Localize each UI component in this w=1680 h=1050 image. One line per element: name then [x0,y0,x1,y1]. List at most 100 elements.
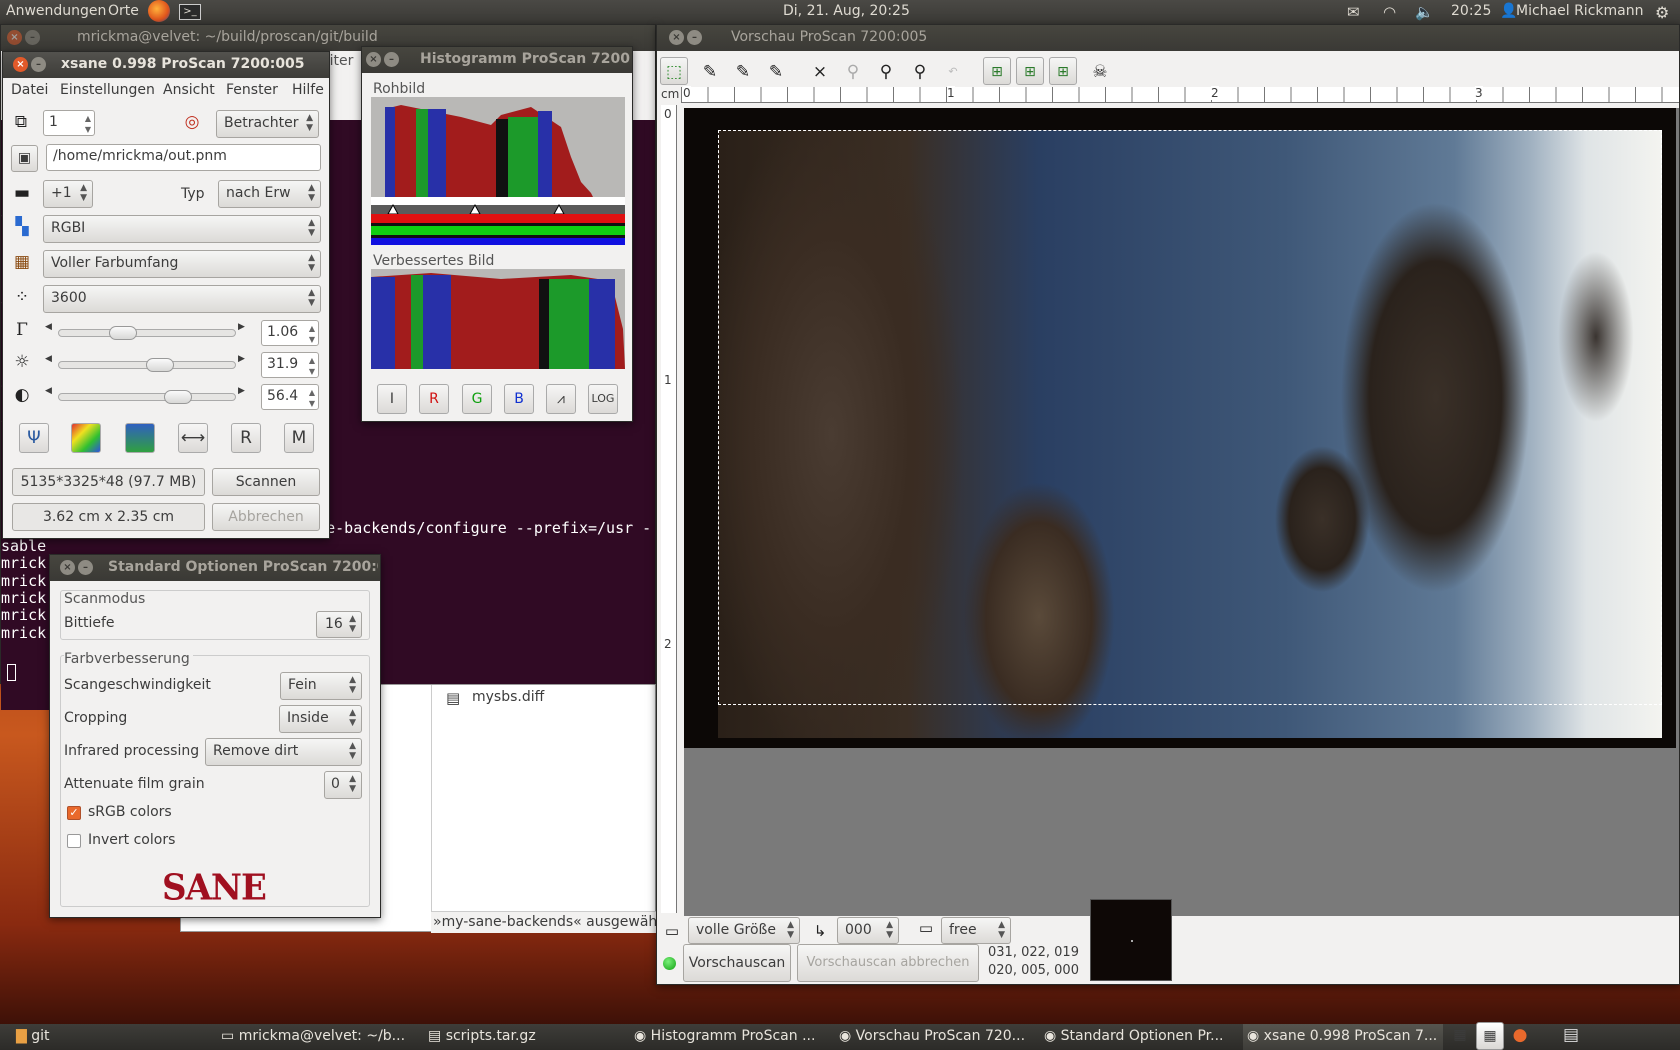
spinner-arrows-icon[interactable]: ▲ ▼ [309,387,315,409]
volume-icon[interactable]: 🔈 [1415,3,1434,21]
trash-icon[interactable]: ▤ [1557,1022,1585,1050]
pipette-black-icon[interactable]: ✎ [763,61,789,83]
wifi-icon[interactable]: ◠ [1383,3,1396,21]
restore-icon[interactable]: ⟷ [178,423,208,453]
intensity-button[interactable]: I [377,384,407,414]
rotation-select[interactable]: 000 ▲ ▼ [837,917,899,944]
close-icon[interactable]: × [7,30,22,45]
datetime[interactable]: Di, 21. Aug, 20:25 [783,3,910,19]
close-icon[interactable]: × [60,560,75,575]
filename-input[interactable]: /home/mrickma/out.pnm [46,144,321,171]
scan-button[interactable]: Scannen [212,468,320,496]
task-xsane[interactable]: ◉ xsane 0.998 ProScan 7... [1243,1024,1443,1050]
close-icon[interactable]: × [13,57,28,72]
gamma-spinner[interactable]: 1.06 ▲ ▼ [261,320,319,346]
gamma-slider[interactable] [58,326,236,340]
gear-icon[interactable]: ⚙ [1655,3,1669,22]
undo-icon[interactable]: ↶ [940,61,966,83]
copies-spinner[interactable]: 1 ▲ ▼ [43,110,95,136]
select-max-icon[interactable]: ⊞ [1049,57,1077,85]
full-area-icon[interactable]: ⊞ [983,57,1011,85]
pipette-white-icon[interactable]: ✎ [697,61,723,83]
pipette-gray-icon[interactable]: ✎ [730,61,756,83]
task-git[interactable]: ▇ git [12,1024,212,1050]
user-name[interactable]: Michael Rickmann [1516,3,1643,19]
options-titlebar[interactable]: × – Standard Optionen ProScan 7200:005 [50,555,380,581]
cancel-button[interactable]: Abbrechen [212,503,320,531]
task-options[interactable]: ◉ Standard Optionen Pr... [1040,1024,1240,1050]
minimize-icon[interactable]: – [384,52,399,67]
contrast-slider[interactable] [58,390,236,404]
gamma-slider-knob[interactable] [109,326,137,340]
color-mode-select[interactable]: RGBI ▲ ▼ [43,215,321,243]
bitdepth-select[interactable]: 16 ▲ ▼ [316,611,362,638]
minimize-icon[interactable]: – [31,57,46,72]
menu-einstellungen[interactable]: Einstellungen [60,82,155,98]
zoom-out-icon[interactable]: ⚲ [907,61,933,83]
file-item[interactable]: mysbs.diff [472,689,544,705]
preview-size-select[interactable]: volle Größe ▲ ▼ [688,917,800,944]
zoom-in-icon[interactable]: ⚲ [873,61,899,83]
task-scripts[interactable]: ▤ scripts.tar.gz [424,1024,624,1050]
select-area-icon[interactable]: ⬚ [660,57,688,85]
brightness-spinner[interactable]: 31.9 ▲ ▼ [261,352,319,378]
save-icon[interactable]: ▣ [11,145,38,172]
places-menu[interactable]: Orte [108,3,139,19]
firefox-tray-icon[interactable]: ● [1506,1022,1534,1050]
task-preview[interactable]: ◉ Vorschau ProScan 720... [835,1024,1035,1050]
speed-select[interactable]: Fein ▲ ▼ [280,672,362,700]
applications-menu[interactable]: Anwendungen [6,3,106,19]
slider-right-arrow-icon[interactable]: ▶ [238,322,245,332]
medium-icon[interactable]: M [284,423,314,453]
slider-left-arrow-icon[interactable]: ◀ [45,354,52,364]
close-icon[interactable]: × [669,30,684,45]
green-button[interactable]: G [462,384,492,414]
blue-button[interactable]: B [504,384,534,414]
spinner-arrows-icon[interactable]: ▲ ▼ [309,355,315,377]
auto-select-icon[interactable]: ⊞ [1016,57,1044,85]
invert-checkbox[interactable] [67,834,81,848]
terminal-launcher-icon[interactable]: >_ [179,4,201,20]
menu-hilfe[interactable]: Hilfe [292,82,324,98]
brightness-slider-knob[interactable] [146,358,174,372]
zoom-disabled-icon[interactable]: ⚲ [840,61,866,83]
task-histogram[interactable]: ◉ Histogramm ProScan ... [630,1024,830,1050]
xsane-titlebar[interactable]: × – xsane 0.998 ProScan 7200:005 [3,52,329,78]
source-select[interactable]: Voller Farbumfang ▲ ▼ [43,250,321,278]
minimize-icon[interactable]: – [687,30,702,45]
preview-canvas[interactable] [684,108,1679,916]
grain-select[interactable]: 0 ▲ ▼ [324,771,362,799]
menu-fenster[interactable]: Fenster [226,82,278,98]
target-icon[interactable]: ◎ [181,111,203,133]
histogram-titlebar[interactable]: × – Histogramm ProScan 7200: [362,47,632,73]
slider-right-arrow-icon[interactable]: ▶ [238,354,245,364]
brightness-slider[interactable] [58,358,236,372]
autoraise-icon[interactable]: ⨯ [807,61,833,83]
minimize-icon[interactable]: – [25,30,40,45]
store-icon[interactable]: R [231,423,261,453]
resolution-select[interactable]: 3600 ▲ ▼ [43,285,321,313]
lines-mode-icon[interactable]: ⩘ [546,384,576,414]
auto-enhance-icon[interactable] [71,423,101,453]
spinner-arrows-icon[interactable]: ▲ ▼ [309,323,315,345]
menu-ansicht[interactable]: Ansicht [163,82,215,98]
contrast-spinner[interactable]: 56.4 ▲ ▼ [261,384,319,410]
preview-titlebar[interactable]: × – Vorschau ProScan 7200:005 [657,25,1679,51]
workspace-switcher-icon[interactable]: ▦ [1446,1022,1474,1050]
default-enhance-icon[interactable] [125,423,155,453]
firefox-icon[interactable] [148,0,170,22]
menu-datei[interactable]: Datei [11,82,48,98]
workspace-active-icon[interactable]: ▦ [1476,1022,1504,1050]
type-select[interactable]: nach Erw ▲ ▼ [218,180,321,208]
prescan-cancel-button[interactable]: Vorschauscan abbrechen [797,944,979,982]
cropping-select[interactable]: Inside ▲ ▼ [279,705,362,733]
slider-left-arrow-icon[interactable]: ◀ [45,322,52,332]
viewer-select[interactable]: Betrachter ▲ ▼ [216,110,319,138]
close-icon[interactable]: × [366,52,381,67]
selection-rectangle[interactable] [718,130,1662,705]
step-select[interactable]: +1 ▲ ▼ [43,180,93,208]
slider-right-arrow-icon[interactable]: ▶ [238,386,245,396]
srgb-checkbox[interactable]: ✓ [67,806,81,820]
minimize-icon[interactable]: – [78,560,93,575]
infrared-select[interactable]: Remove dirt ▲ ▼ [205,738,362,766]
